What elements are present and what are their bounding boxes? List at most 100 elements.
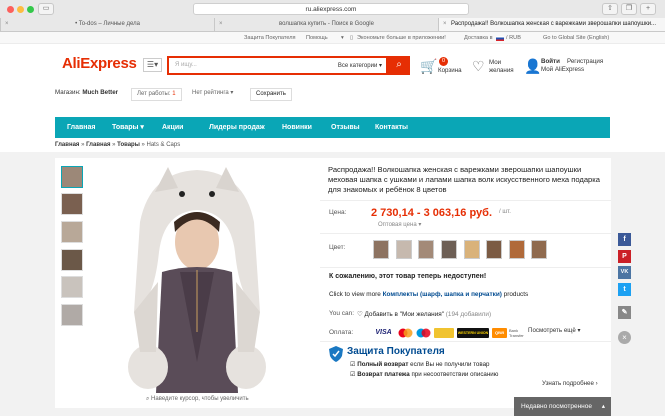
heart-icon[interactable]: ♡: [472, 58, 485, 75]
wishlist-label-1[interactable]: Мои: [489, 59, 501, 66]
breadcrumb-item[interactable]: Главная: [86, 142, 110, 148]
edit-icon[interactable]: ✎: [618, 306, 631, 319]
nav-products[interactable]: Товары ▾: [112, 117, 144, 138]
related-suffix: products: [503, 291, 529, 298]
aliexpress-logo[interactable]: AliExpress: [62, 55, 137, 72]
tab-label: • To-dos – Личные дела: [75, 21, 140, 27]
global-site-link[interactable]: Go to Global Site (English): [543, 32, 609, 44]
login-link[interactable]: Войти: [541, 58, 560, 65]
category-select-label: Все категории: [337, 63, 378, 69]
wholesale-price-toggle[interactable]: Оптовая цена ▾: [378, 221, 421, 228]
nav-sales[interactable]: Акции: [162, 117, 183, 138]
tab-label: Распродажа!! Волкошапка женская с варежк…: [451, 21, 657, 27]
twitter-share-icon[interactable]: t: [618, 283, 631, 296]
color-label: Цвет:: [329, 244, 346, 251]
close-tab-icon[interactable]: ×: [5, 18, 9, 31]
you-can-label: You can:: [329, 310, 355, 317]
price-label: Цена:: [329, 209, 347, 216]
divider: [320, 233, 611, 234]
visa-logo: VISA: [375, 329, 392, 336]
nav-bestsellers[interactable]: Лидеры продаж: [209, 117, 265, 138]
facebook-share-icon[interactable]: f: [618, 233, 631, 246]
close-tab-icon[interactable]: ×: [443, 18, 447, 31]
address-bar[interactable]: ru.aliexpress.com: [193, 3, 469, 15]
nav-home[interactable]: Главная: [67, 117, 95, 138]
nav-new[interactable]: Новинки: [282, 117, 312, 138]
qiwi-logo: QIWI: [492, 328, 507, 338]
cart-label[interactable]: Корзина: [438, 67, 462, 74]
color-swatch[interactable]: [373, 240, 389, 259]
gallery-thumbnail[interactable]: [61, 276, 83, 298]
vk-share-icon[interactable]: VK: [618, 266, 631, 279]
minimize-window-icon[interactable]: [17, 6, 24, 13]
gallery-thumbnail[interactable]: [61, 193, 83, 215]
color-swatch[interactable]: [441, 240, 457, 259]
divider: [320, 200, 611, 201]
browser-tab-active[interactable]: × Распродажа!! Волкошапка женская с вареж…: [438, 18, 665, 31]
divider: [320, 267, 611, 268]
recently-viewed-panel[interactable]: Недавно посмотренное ▴: [514, 397, 611, 416]
browser-tab[interactable]: × волшапка купить - Поиск в Google: [214, 18, 438, 31]
gallery-thumbnail[interactable]: [61, 304, 83, 326]
close-tab-icon[interactable]: ×: [219, 18, 223, 31]
western-union-logo: WESTERN UNION: [457, 328, 489, 338]
register-link[interactable]: Регистрация: [567, 58, 603, 65]
user-icon[interactable]: 👤: [524, 58, 541, 75]
payment-more-link[interactable]: Посмотреть ещё ▾: [528, 327, 581, 334]
save-store-button[interactable]: Сохранить: [250, 88, 292, 101]
color-swatch[interactable]: [396, 240, 412, 259]
learn-more-label: Узнать подробнее: [542, 380, 594, 387]
currency-label[interactable]: / RUB: [506, 32, 521, 44]
gallery-thumbnail[interactable]: [61, 249, 83, 271]
product-main-image[interactable]: [120, 162, 274, 393]
cart-icon[interactable]: 🛒: [420, 58, 437, 75]
related-sets-link[interactable]: Комплекты (шарф, шапка и перчатки): [383, 291, 502, 298]
close-window-icon[interactable]: [7, 6, 14, 13]
chevron-up-icon: ▴: [601, 403, 605, 410]
browser-tab[interactable]: × • To-dos – Личные дела: [0, 18, 214, 31]
price-value: 2 730,14 - 3 063,16 руб.: [371, 207, 493, 219]
divider: [320, 341, 611, 342]
store-name[interactable]: Much Better: [82, 89, 118, 96]
color-swatch[interactable]: [418, 240, 434, 259]
search-placeholder: Я ищу...: [175, 62, 197, 68]
nav-products-label: Товары: [112, 124, 139, 131]
search-button[interactable]: ⌕: [388, 56, 410, 75]
shield-svg: [329, 346, 343, 362]
gallery-thumbnail[interactable]: [61, 221, 83, 243]
category-menu-button[interactable]: ☰▾: [143, 58, 162, 72]
my-aliexpress-link[interactable]: Мой AliExpress: [541, 66, 584, 73]
delivery-link[interactable]: Доставка в: [464, 32, 493, 44]
sidebar-toggle-icon[interactable]: ▭: [38, 3, 54, 15]
nav-reviews[interactable]: Отзывы: [331, 117, 360, 138]
maximize-window-icon[interactable]: [27, 6, 34, 13]
add-to-wishlist-button[interactable]: ♡ Добавить в "Мои желания" (194 добавили…: [357, 310, 491, 318]
app-link[interactable]: Экономьте больше в приложении!: [357, 32, 446, 44]
breadcrumb-item[interactable]: Товары: [117, 142, 140, 148]
color-swatch[interactable]: [464, 240, 480, 259]
new-tab-icon[interactable]: +: [640, 3, 656, 15]
pinterest-share-icon[interactable]: P: [618, 250, 631, 263]
breadcrumb-item[interactable]: Главная: [55, 142, 79, 148]
wishlist-label-2[interactable]: желания: [489, 67, 514, 74]
color-swatch[interactable]: [509, 240, 525, 259]
shield-icon: [329, 346, 343, 362]
nav-contacts[interactable]: Контакты: [375, 117, 408, 138]
search-input[interactable]: Я ищу... Все категории ▾: [167, 56, 388, 75]
category-select[interactable]: Все категории ▾: [338, 62, 382, 69]
store-years-box: Лет работы: 1: [131, 88, 182, 101]
help-link[interactable]: Помощь: [306, 32, 328, 44]
buyer-protection-link[interactable]: Защита Покупателя: [244, 32, 296, 44]
learn-more-link[interactable]: Узнать подробнее ›: [542, 380, 598, 387]
color-swatch[interactable]: [531, 240, 547, 259]
gallery-thumbnail[interactable]: [61, 166, 83, 188]
close-share-icon[interactable]: ×: [618, 331, 631, 344]
color-swatch[interactable]: [486, 240, 502, 259]
maestro-logo: [416, 328, 431, 338]
breadcrumb-item[interactable]: Hats & Caps: [147, 142, 181, 148]
share-icon[interactable]: ⇧: [602, 3, 618, 15]
tab-label: волшапка купить - Поиск в Google: [279, 21, 374, 27]
tabs-overview-icon[interactable]: ❐: [621, 3, 637, 15]
maestro-icon: [416, 328, 431, 338]
russia-flag-icon: [496, 36, 504, 41]
